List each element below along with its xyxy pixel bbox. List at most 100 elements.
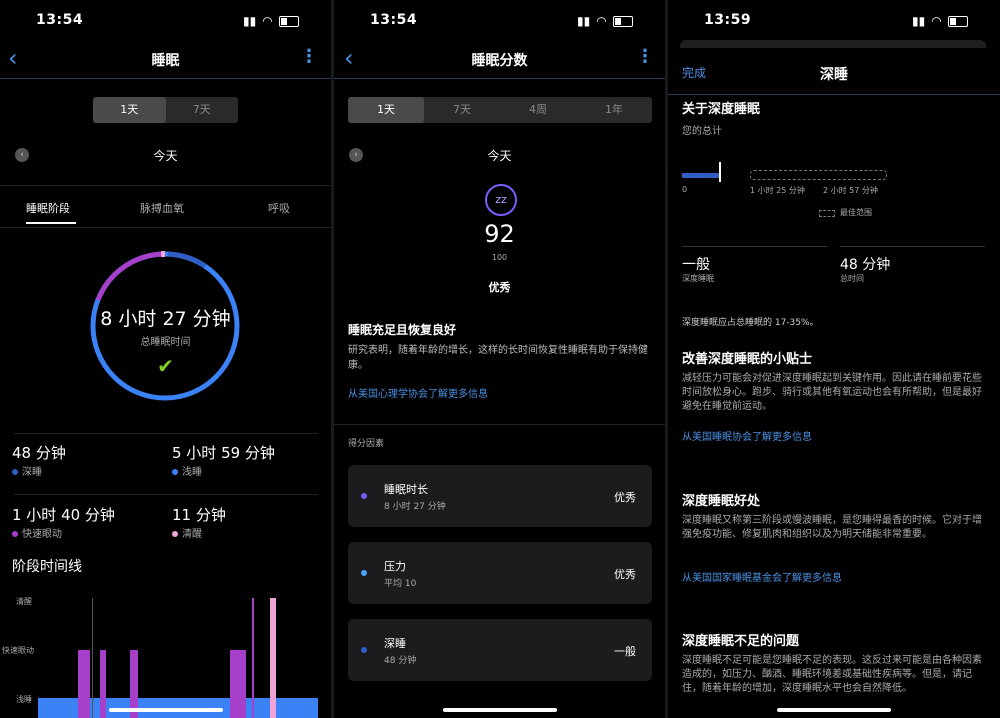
bar-label-min: 1 小时 25 分钟 [750, 186, 805, 195]
duration-value: 48 分钟 [840, 257, 891, 273]
battery-icon [278, 15, 299, 27]
range-selector: 1天 7天 4周 1年 [348, 97, 652, 123]
ring-rem [95, 251, 166, 301]
range-tab-day[interactable]: 1天 [93, 97, 166, 123]
more-menu-icon[interactable]: ⋮ [300, 46, 318, 67]
range-tab-week[interactable]: 7天 [424, 97, 500, 123]
axis-label-rem: 快速眼动 [2, 646, 34, 655]
home-indicator [109, 708, 223, 712]
divider [334, 424, 665, 425]
legend-dot [172, 531, 178, 537]
total-sleep-caption: 总睡眠时间 [140, 337, 191, 348]
stat-light: 5 小时 59 分钟 浅睡 [172, 442, 275, 478]
home-indicator [443, 708, 557, 712]
apa-link[interactable]: 从美国心理学协会了解更多信息 [348, 385, 488, 400]
sheet-handle [680, 40, 986, 48]
tips-link[interactable]: 从美国睡眠协会了解更多信息 [682, 428, 812, 443]
signal-icon: ▮▮ [243, 14, 257, 28]
factor-name: 睡眠时长 [384, 483, 428, 496]
legend-dot [172, 469, 178, 475]
wifi-icon: ◠ [931, 14, 942, 28]
wifi-icon: ◠ [596, 14, 607, 28]
stat-awake: 11 分钟 清醒 [172, 504, 226, 540]
best-range-label: 最佳范围 [840, 208, 872, 217]
tips-body: 减轻压力可能会对促进深度睡眠起到关键作用。因此请在睡前要花些时间放松身心。跑步、… [682, 373, 982, 412]
stat-deep: 48 分钟 深睡 [12, 442, 66, 478]
timeline-rem-block [100, 650, 106, 718]
duration-label: 总时间 [840, 274, 864, 283]
range-tab-week[interactable]: 7天 [166, 97, 239, 123]
divider [14, 494, 318, 495]
lack-title: 深度睡眠不足的问题 [682, 634, 800, 649]
day-label: 今天 [487, 149, 512, 163]
axis-label-awake: 清醒 [16, 597, 32, 606]
tips-title: 改善深度睡眠的小贴士 [682, 352, 813, 367]
range-tab-day[interactable]: 1天 [348, 97, 424, 123]
factor-card[interactable]: 深睡 48 分钟 一般 [348, 619, 652, 681]
range-selector: 1天 7天 [93, 97, 238, 123]
ring-deep [167, 251, 207, 269]
stat-rem: 1 小时 40 分钟 快速眼动 [12, 504, 115, 540]
timeline-title: 阶段时间线 [12, 559, 82, 575]
divider [0, 185, 331, 186]
divider [682, 246, 827, 247]
factors-title: 得分因素 [348, 439, 385, 449]
sleep-zz-icon: zz [485, 184, 517, 216]
day-label: 今天 [153, 149, 178, 163]
total-marker [719, 162, 721, 182]
share-note: 深度睡眠应占总睡眠的 17-35%。 [682, 318, 819, 328]
sleep-panel: 13:54 ▮▮ ◠ ‹ 睡眠 ⋮ 1天 7天 ‹ 今天 睡眠阶段 脉搏血氧 呼… [0, 0, 331, 718]
score-rating: 优秀 [488, 281, 511, 294]
tab-pulse-ox[interactable]: 脉搏血氧 [140, 200, 184, 216]
status-time: 13:54 [36, 12, 84, 28]
stat-label: 清醒 [182, 529, 202, 540]
factor-sub: 48 分钟 [384, 656, 417, 666]
score-max: 100 [491, 253, 508, 262]
rating-label: 深度睡眠 [682, 274, 714, 283]
your-total-label: 您的总计 [682, 126, 722, 137]
stat-value: 48 分钟 [12, 444, 66, 462]
stat-label: 快速眼动 [22, 529, 62, 540]
status-icons: ▮▮ ◠ [243, 14, 299, 28]
status-icons: ▮▮ ◠ [912, 14, 968, 28]
page-title: 深睡 [820, 67, 848, 83]
benefits-link[interactable]: 从美国国家睡眠基金会了解更多信息 [682, 569, 842, 584]
factor-dot [361, 493, 367, 499]
wifi-icon: ◠ [262, 14, 273, 28]
divider [0, 227, 331, 228]
factor-rating: 优秀 [614, 491, 636, 504]
more-menu-icon[interactable]: ⋮ [636, 46, 654, 67]
factor-card[interactable]: 压力 平均 10 优秀 [348, 542, 652, 604]
tab-sleep-stages[interactable]: 睡眠阶段 [26, 200, 70, 216]
legend-dot [12, 531, 18, 537]
range-tab-year[interactable]: 1年 [576, 97, 652, 123]
stage-timeline-chart [38, 598, 318, 718]
bar-label-zero: 0 [682, 185, 688, 194]
status-icons: ▮▮ ◠ [577, 14, 633, 28]
factor-sub: 平均 10 [384, 579, 417, 589]
bar-label-max: 2 小时 57 分钟 [823, 186, 878, 195]
total-sleep-time: 8 小时 27 分钟 [100, 308, 231, 330]
factor-card[interactable]: 睡眠时长 8 小时 27 分钟 优秀 [348, 465, 652, 527]
timeline-awake-block [270, 598, 276, 718]
timeline-rem-block [252, 598, 254, 718]
factor-dot [361, 647, 367, 653]
stat-value: 5 小时 59 分钟 [172, 444, 275, 462]
stat-value: 11 分钟 [172, 506, 226, 524]
sleep-score-panel: 13:54 ▮▮ ◠ ‹ 睡眠分数 ⋮ 1天 7天 4周 1年 ‹ 今天 zz … [334, 0, 665, 718]
divider [14, 433, 318, 434]
range-tab-month[interactable]: 4周 [500, 97, 576, 123]
legend-dot [12, 469, 18, 475]
stat-value: 1 小时 40 分钟 [12, 506, 115, 524]
nav-divider [668, 94, 1000, 95]
about-title: 关于深度睡眠 [682, 102, 761, 117]
tab-breathing[interactable]: 呼吸 [268, 200, 290, 216]
stat-label: 深睡 [22, 467, 42, 478]
optimal-range-bar [750, 170, 887, 180]
score-headline: 睡眠充足且恢复良好 [348, 323, 457, 337]
signal-icon: ▮▮ [577, 14, 591, 28]
factor-name: 压力 [384, 560, 406, 573]
page-title: 睡眠 [151, 53, 180, 69]
battery-icon [947, 15, 968, 27]
benefits-title: 深度睡眠好处 [682, 494, 761, 509]
